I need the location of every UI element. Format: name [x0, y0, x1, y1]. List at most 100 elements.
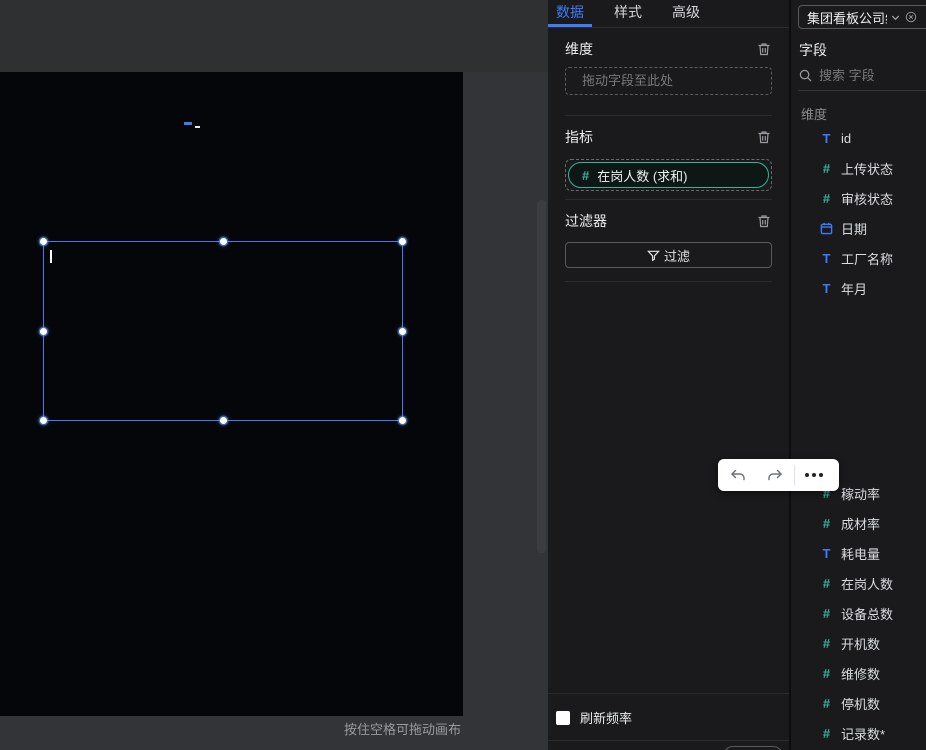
field-label: 审核状态 [841, 189, 893, 208]
field-label: 日期 [841, 219, 867, 238]
text-field-icon: T [819, 546, 834, 561]
tab-数据[interactable]: 数据 [548, 0, 592, 27]
dimension-label: 维度 [565, 39, 593, 59]
trash-icon[interactable] [756, 41, 772, 57]
field-item[interactable]: # 上传状态 [791, 153, 926, 183]
panel-divider [548, 740, 790, 741]
number-field-icon: # [582, 168, 589, 183]
metric-field-pill[interactable]: # 在岗人数 (求和) [568, 162, 769, 188]
resize-handle-bottom-left[interactable] [40, 417, 47, 424]
number-field-icon: # [819, 726, 834, 741]
field-label: 年月 [841, 279, 867, 298]
field-item[interactable]: T工厂名称 [791, 243, 926, 273]
field-label: 耗电量 [841, 544, 880, 563]
dimension-group-label: 维度 [801, 104, 827, 123]
field-item[interactable]: #维修数 [791, 658, 926, 688]
text-field-icon: T [819, 131, 834, 146]
mini-widget-white[interactable] [195, 126, 200, 128]
dimension-dropzone[interactable]: 拖动字段至此处 [565, 67, 772, 95]
search-input[interactable] [819, 68, 919, 83]
more-button[interactable] [795, 459, 833, 491]
field-item[interactable]: Tid [791, 123, 926, 153]
text-cursor [50, 250, 52, 263]
search-icon [799, 69, 812, 82]
resize-handle-mid-left[interactable] [40, 328, 47, 335]
calendar-icon [819, 222, 834, 235]
number-field-icon: # [819, 576, 834, 591]
dataset-select[interactable]: 集团看板公司维度 [798, 5, 926, 29]
number-field-icon: # [819, 606, 834, 621]
number-field-icon: # [819, 516, 834, 531]
resize-handle-bottom-mid[interactable] [220, 417, 227, 424]
refresh-label: 刷新频率 [580, 708, 632, 727]
funnel-icon [647, 249, 660, 262]
field-item[interactable]: # 成材率 [791, 508, 926, 538]
tab-样式[interactable]: 样式 [606, 0, 650, 27]
dimension-section: 维度 拖动字段至此处 [565, 39, 772, 116]
dashboard-canvas[interactable] [0, 72, 463, 716]
undo-button[interactable] [718, 459, 756, 491]
partial-bottom-button[interactable] [723, 746, 783, 750]
number-field-icon: # [819, 191, 834, 206]
divider [798, 90, 926, 91]
number-field-icon: # [819, 161, 834, 176]
metric-field-label: 在岗人数 (求和) [597, 166, 687, 185]
metric-dropzone[interactable]: # 在岗人数 (求和) [565, 159, 772, 191]
resize-handle-top-right[interactable] [399, 238, 406, 245]
text-field-icon: T [819, 281, 834, 296]
fields-title: 字段 [799, 40, 827, 60]
redo-button[interactable] [756, 459, 794, 491]
field-label: 设备总数 [841, 604, 893, 623]
field-label: 上传状态 [841, 159, 893, 178]
redo-icon [767, 467, 784, 484]
tab-高级[interactable]: 高级 [664, 0, 708, 27]
field-item[interactable]: # 设备总数 [791, 598, 926, 628]
field-label: id [841, 131, 851, 146]
fields-panel: 集团看板公司维度 字段 维度 Tid#上传状态#审核状态日期T工厂名称T年月 #… [790, 0, 926, 750]
more-icon [805, 473, 823, 477]
trash-icon[interactable] [756, 129, 772, 145]
field-item[interactable]: # 审核状态 [791, 183, 926, 213]
field-label: 停机数 [841, 694, 880, 713]
text-field-icon: T [819, 251, 834, 266]
field-label: 成材率 [841, 514, 880, 533]
field-label: 开机数 [841, 634, 880, 653]
dimension-field-list: Tid#上传状态#审核状态日期T工厂名称T年月 [791, 123, 926, 303]
clear-icon[interactable] [903, 9, 919, 25]
number-field-icon: # [819, 696, 834, 711]
config-tab-bar: 数据样式高级 [548, 0, 789, 28]
field-item[interactable]: # 停机数 [791, 688, 926, 718]
canvas-scrollbar[interactable] [537, 200, 546, 553]
field-label: 记录数* [841, 724, 885, 743]
field-label: 在岗人数 [841, 574, 893, 593]
canvas-hint: 按住空格可拖动画布 [0, 718, 461, 742]
chart-config-panel: 数据样式高级 维度 拖动字段至此处 指标 [548, 0, 790, 750]
field-item[interactable]: T 年月 [791, 273, 926, 303]
field-label: 维修数 [841, 664, 880, 683]
filter-section: 过滤器 过滤 [565, 211, 772, 282]
resize-handle-bottom-right[interactable] [399, 417, 406, 424]
filter-button-label: 过滤 [664, 246, 690, 265]
refresh-row: 刷新频率 [556, 708, 632, 727]
number-field-icon: # [819, 636, 834, 651]
filter-button[interactable]: 过滤 [565, 242, 772, 268]
canvas-region: 按住空格可拖动画布 [0, 0, 548, 750]
measure-field-list: #稼动率#成材率T耗电量#在岗人数#设备总数#开机数#维修数#停机数#记录数* [791, 478, 926, 748]
refresh-checkbox[interactable] [556, 711, 570, 725]
resize-handle-top-left[interactable] [40, 238, 47, 245]
field-item[interactable]: # 在岗人数 [791, 568, 926, 598]
selected-element[interactable] [43, 241, 403, 421]
trash-icon[interactable] [756, 213, 772, 229]
mini-widget-blue[interactable] [184, 122, 192, 125]
field-label: 稼动率 [841, 484, 880, 503]
field-item[interactable]: # 开机数 [791, 628, 926, 658]
field-search[interactable] [799, 64, 919, 86]
field-item[interactable]: T 耗电量 [791, 538, 926, 568]
canvas-top-margin [0, 0, 548, 72]
metric-section: 指标 # 在岗人数 (求和) [565, 127, 772, 200]
resize-handle-mid-right[interactable] [399, 328, 406, 335]
resize-handle-top-mid[interactable] [220, 238, 227, 245]
chevron-down-icon[interactable] [887, 9, 903, 25]
field-item[interactable]: # 记录数* [791, 718, 926, 748]
field-item[interactable]: 日期 [791, 213, 926, 243]
